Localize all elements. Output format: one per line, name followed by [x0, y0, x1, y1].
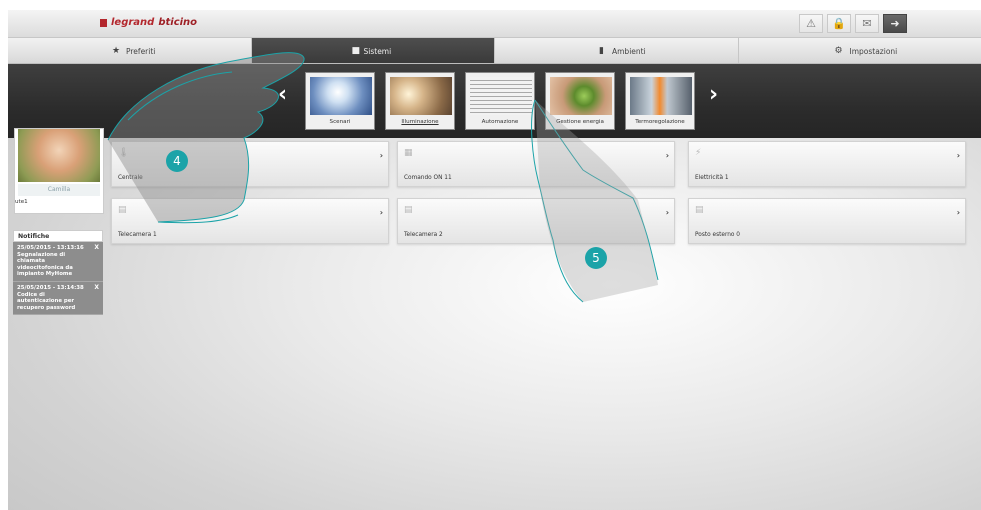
system-label: Automazione [481, 119, 519, 125]
tab-label: Impostazioni [849, 47, 898, 56]
star-icon: ★ [112, 46, 121, 56]
system-label: Gestione energia [556, 119, 604, 125]
system-termoregolazione[interactable]: Termoregolazione [625, 72, 695, 130]
lock-icon[interactable]: 🔒 [827, 14, 851, 33]
chevron-right-icon: › [379, 208, 383, 217]
system-label: Scenari [329, 119, 351, 125]
close-icon[interactable]: X [94, 244, 99, 252]
system-label: Termoregolazione [635, 119, 685, 125]
chevron-right-icon: › [665, 151, 669, 160]
electricity-icon: ⚡ [695, 148, 702, 158]
system-automazione[interactable]: Automazione [465, 72, 535, 130]
notification-text: 25/05/2015 - 13:14:38 Codice di autentic… [17, 284, 84, 311]
tab-preferiti[interactable]: ★ Preferiti [8, 38, 252, 63]
device-label: Comando ON 11 [404, 175, 452, 181]
notification-item[interactable]: 25/05/2015 - 13:13:16 Segnalazione di ch… [13, 242, 103, 282]
notifications-title: Notifiche [13, 230, 103, 242]
legrand-mark [100, 18, 107, 27]
notifications-panel: Notifiche 25/05/2015 - 13:13:16 Segnalaz… [13, 230, 103, 316]
thermometer-icon: 🌡 [118, 148, 130, 158]
automazione-image [470, 77, 532, 115]
device-card-elettricita[interactable]: ⚡ Elettricità 1 › [688, 141, 966, 187]
profile-name: Camilla [18, 184, 100, 196]
termoregolazione-image [630, 77, 692, 115]
bticino-text: bticino [158, 17, 198, 28]
device-label: Elettricità 1 [695, 175, 729, 181]
callout-badge-4: 4 [166, 150, 188, 172]
notification-text: 25/05/2015 - 13:13:16 Segnalazione di ch… [17, 245, 84, 278]
system-illuminazione[interactable]: Illuminazione [385, 72, 455, 130]
tab-label: Sistemi [363, 47, 392, 56]
warning-icon[interactable]: ⚠ [799, 14, 823, 33]
device-card-centrale[interactable]: 🌡 Centrale › [111, 141, 389, 187]
system-label: Illuminazione [401, 119, 439, 125]
scenari-image [310, 77, 372, 115]
app-frame: legrand bticino ⚠ 🔒 ✉ ➜ ★ Preferiti ■ Si… [8, 10, 981, 510]
camera-icon: ▤ [695, 205, 704, 215]
legrand-text: legrand [111, 17, 155, 28]
chevron-right-icon: › [956, 208, 960, 217]
device-card-telecamera-1[interactable]: ▤ Telecamera 1 › [111, 198, 389, 244]
mail-icon[interactable]: ✉ [855, 14, 879, 33]
callout-badge-5: 5 [585, 247, 607, 269]
avatar [18, 129, 100, 182]
systems-icon: ■ [351, 46, 361, 56]
tab-sistemi[interactable]: ■ Sistemi [251, 38, 495, 63]
chevron-right-icon: › [956, 151, 960, 160]
main-tabs: ★ Preferiti ■ Sistemi ▮ Ambienti ⚙ Impos… [8, 38, 981, 64]
illuminazione-image [390, 77, 452, 115]
system-scenari[interactable]: Scenari [305, 72, 375, 130]
device-card-telecamera-2[interactable]: ▤ Telecamera 2 › [397, 198, 675, 244]
systems-carousel: ‹ Scenari Illuminazione Automazione Gest… [8, 64, 981, 138]
device-card-comando[interactable]: ▦ Comando ON 11 › [397, 141, 675, 187]
device-label: Posto esterno 0 [695, 232, 740, 238]
energia-image [550, 77, 612, 115]
top-bar: legrand bticino ⚠ 🔒 ✉ ➜ [8, 10, 981, 38]
tab-ambienti[interactable]: ▮ Ambienti [495, 38, 739, 63]
device-card-posto-esterno[interactable]: ▤ Posto esterno 0 › [688, 198, 966, 244]
chevron-right-icon: › [379, 151, 383, 160]
device-label: Centrale [118, 175, 143, 181]
command-icon: ▦ [404, 148, 413, 158]
profile-user: ute1 [15, 199, 28, 205]
tab-label: Preferiti [126, 47, 156, 56]
tab-impostazioni[interactable]: ⚙ Impostazioni [739, 38, 981, 63]
settings-icon: ⚙ [834, 46, 843, 56]
close-icon[interactable]: X [94, 284, 99, 292]
rooms-icon: ▮ [599, 46, 604, 56]
tab-label: Ambienti [612, 47, 646, 56]
carousel-next-button[interactable]: › [709, 83, 718, 107]
system-gestione-energia[interactable]: Gestione energia [545, 72, 615, 130]
logout-icon[interactable]: ➜ [883, 14, 907, 33]
camera-icon: ▤ [118, 205, 127, 215]
notification-item[interactable]: 25/05/2015 - 13:14:38 Codice di autentic… [13, 281, 103, 316]
camera-icon: ▤ [404, 205, 413, 215]
top-icons: ⚠ 🔒 ✉ ➜ [799, 14, 907, 33]
chevron-right-icon: › [665, 208, 669, 217]
device-label: Telecamera 2 [404, 232, 443, 238]
brand-logo: legrand bticino [100, 17, 197, 28]
carousel-prev-button[interactable]: ‹ [278, 83, 287, 107]
device-label: Telecamera 1 [118, 232, 157, 238]
